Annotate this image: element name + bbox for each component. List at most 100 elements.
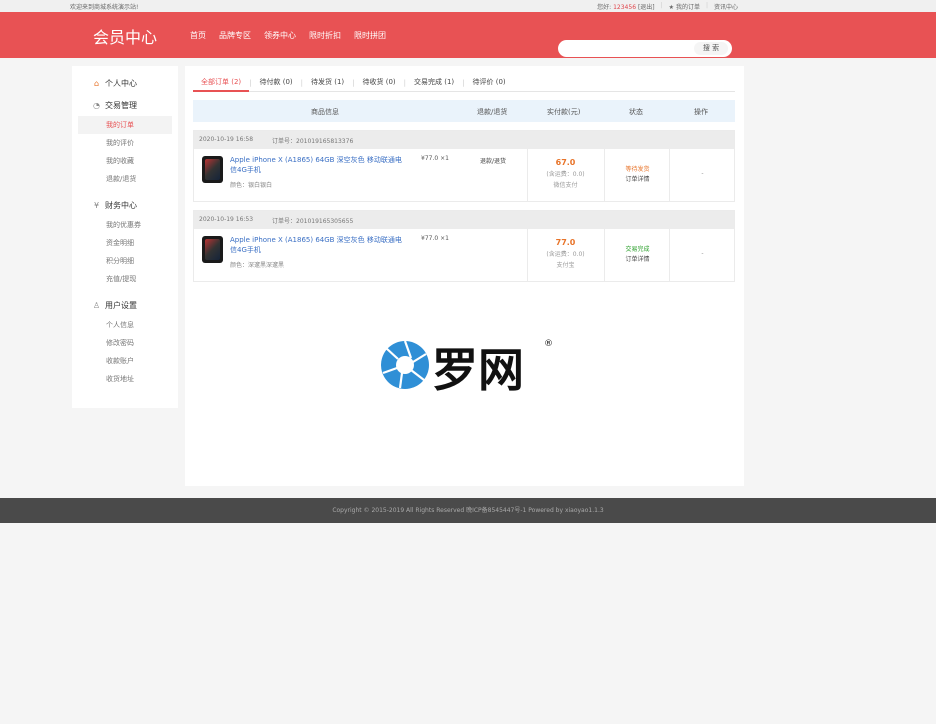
status-badge: 交易完成 <box>625 246 650 253</box>
status-cell: 交易完成 订单详情 <box>605 245 670 265</box>
my-orders-link[interactable]: ★ 我的订单 <box>669 2 700 11</box>
paid-cell: 77.0 (含运费：0.0) 支付宝 <box>527 238 604 269</box>
home-icon: ⌂ <box>93 78 100 88</box>
nav-coupon-center[interactable]: 领券中心 <box>264 30 296 41</box>
sidebar-head-label: 个人中心 <box>105 78 137 88</box>
sidebar-item-profile[interactable]: 个人信息 <box>72 316 178 334</box>
sidebar-item-my-orders[interactable]: 我的订单 <box>78 116 172 134</box>
sidebar-item-refunds[interactable]: 退款/退货 <box>72 170 178 188</box>
greeting-text: 您好: 123456 [退出] <box>597 4 655 11</box>
nav-flash-discount[interactable]: 限时折扣 <box>309 30 341 41</box>
watermark-text: 罗网 <box>432 343 524 394</box>
paid-amount: 67.0 <box>555 158 576 167</box>
page-logo[interactable]: 会员中心 <box>93 24 157 48</box>
product-name-link[interactable]: Apple iPhone X (A1865) 64GB 深空灰色 移动联通电信4… <box>230 155 408 175</box>
sidebar-item-coupons[interactable]: 我的优惠券 <box>72 216 178 234</box>
watermark-logo: 罗网 ® <box>381 339 553 394</box>
action-cell: - <box>701 170 704 177</box>
refund-link[interactable]: 退款/退货 <box>480 156 506 165</box>
col-actions: 操作 <box>694 108 708 116</box>
order-header: 2020-10-19 16:58 订单号：201019165813376 <box>194 131 734 149</box>
nav-home[interactable]: 首页 <box>190 30 206 41</box>
shipping-fee: (含运费：0.0) <box>546 251 585 258</box>
status-cell: 等待发货 订单详情 <box>605 165 670 185</box>
tab-all-orders[interactable]: 全部订单 (2) <box>193 74 250 92</box>
order-header: 2020-10-19 16:53 订单号：201019165305655 <box>194 211 734 229</box>
col-refund: 退款/退货 <box>477 108 508 116</box>
registered-mark: ® <box>544 339 553 349</box>
main-nav: 首页 品牌专区 领券中心 限时折扣 限时拼团 <box>190 30 386 41</box>
user-icon: ♙ <box>92 300 101 310</box>
sidebar: ⌂ 个人中心 ◔ 交易管理 我的订单 我的评价 我的收藏 退款/退货 ¥ 财务中… <box>72 66 178 408</box>
header: 会员中心 首页 品牌专区 领券中心 限时折扣 限时拼团 搜 索 <box>0 12 936 58</box>
sidebar-head-trade: ◔ 交易管理 <box>72 94 178 116</box>
sidebar-group-settings: ♙ 用户设置 个人信息 修改密码 收款账户 收货地址 <box>72 294 178 388</box>
table-header: 商品信息 退款/退货 实付款(元) 状态 操作 <box>193 100 735 122</box>
wallet-icon: ¥ <box>93 200 100 210</box>
status-badge: 等待发货 <box>625 166 650 173</box>
nav-group-buy[interactable]: 限时拼团 <box>354 30 386 41</box>
search-input[interactable] <box>566 43 686 54</box>
tab-pending-shipment[interactable]: 待发货 (1) <box>303 74 352 92</box>
logout-link[interactable]: [退出] <box>638 4 655 11</box>
order-detail-link[interactable]: 订单详情 <box>605 175 670 185</box>
welcome-text: 欢迎来到商城系统演示站! <box>70 4 139 11</box>
sidebar-item-recharge[interactable]: 充值/提现 <box>72 270 178 288</box>
order-date: 2020-10-19 16:53 <box>199 216 254 223</box>
sidebar-item-my-reviews[interactable]: 我的评价 <box>72 134 178 152</box>
tab-pending-review[interactable]: 待评价 (0) <box>465 74 514 92</box>
sidebar-item-funds[interactable]: 资金明细 <box>72 234 178 252</box>
order-number: 订单号：201019165305655 <box>272 218 354 225</box>
search-button[interactable]: 搜 索 <box>694 42 728 55</box>
paid-amount: 77.0 <box>555 238 576 247</box>
search-box: 搜 索 <box>558 40 732 57</box>
clock-icon: ◔ <box>93 100 100 110</box>
order-body: Apple iPhone X (A1865) 64GB 深空灰色 移动联通电信4… <box>194 229 734 281</box>
col-paid-amount: 实付款(元) <box>547 108 581 116</box>
sidebar-head-personal-center[interactable]: ⌂ 个人中心 <box>72 72 178 94</box>
top-bar: 欢迎来到商城系统演示站! 您好: 123456 [退出] | ★ 我的订单 | … <box>0 0 936 12</box>
order-card: 2020-10-19 16:58 订单号：201019165813376 App… <box>193 130 735 202</box>
order-body: Apple iPhone X (A1865) 64GB 深空灰色 移动联通电信4… <box>194 149 734 201</box>
product-price: ¥77.0 ×1 <box>421 235 449 242</box>
tab-pending-receipt[interactable]: 待收货 (0) <box>355 74 404 92</box>
nav-brand-zone[interactable]: 品牌专区 <box>219 30 251 41</box>
username-link[interactable]: 123456 <box>613 4 636 11</box>
order-card: 2020-10-19 16:53 订单号：201019165305655 App… <box>193 210 735 282</box>
tab-pending-payment[interactable]: 待付款 (0) <box>252 74 301 92</box>
action-cell: - <box>701 250 704 257</box>
sidebar-item-points[interactable]: 积分明细 <box>72 252 178 270</box>
payment-method: 支付宝 <box>556 262 575 269</box>
main-panel: 全部订单 (2) | 待付款 (0) | 待发货 (1) | 待收货 (0) |… <box>185 66 744 486</box>
sidebar-item-password[interactable]: 修改密码 <box>72 334 178 352</box>
col-status: 状态 <box>629 108 643 116</box>
shipping-fee: (含运费：0.0) <box>546 171 585 178</box>
tab-completed[interactable]: 交易完成 (1) <box>406 74 462 92</box>
sidebar-head-label: 财务中心 <box>105 200 137 210</box>
sidebar-group-trade: ◔ 交易管理 我的订单 我的评价 我的收藏 退款/退货 <box>72 94 178 188</box>
col-product-info: 商品信息 <box>311 108 339 116</box>
sidebar-head-label: 交易管理 <box>105 100 137 110</box>
product-color: 颜色：银白银白 <box>230 182 273 189</box>
footer: Copyright © 2015-2019 All Rights Reserve… <box>0 498 936 523</box>
order-number: 订单号：201019165813376 <box>272 138 354 145</box>
sidebar-head-settings: ♙ 用户设置 <box>72 294 178 316</box>
sidebar-group-finance: ¥ 财务中心 我的优惠券 资金明细 积分明细 充值/提现 <box>72 194 178 288</box>
top-links: 您好: 123456 [退出] | ★ 我的订单 | 资讯中心 <box>597 2 738 11</box>
product-color: 颜色：深邃黑深邃黑 <box>230 262 285 269</box>
product-image[interactable] <box>202 236 223 263</box>
order-tabs: 全部订单 (2) | 待付款 (0) | 待发货 (1) | 待收货 (0) |… <box>193 74 735 92</box>
product-price: ¥77.0 ×1 <box>421 155 449 162</box>
payment-method: 微信支付 <box>553 182 578 189</box>
sidebar-group-personal: ⌂ 个人中心 <box>72 72 178 94</box>
order-detail-link[interactable]: 订单详情 <box>605 255 670 265</box>
sidebar-item-address[interactable]: 收货地址 <box>72 370 178 388</box>
product-image[interactable] <box>202 156 223 183</box>
product-name-link[interactable]: Apple iPhone X (A1865) 64GB 深空灰色 移动联通电信4… <box>230 235 408 255</box>
paid-cell: 67.0 (含运费：0.0) 微信支付 <box>527 158 604 189</box>
news-center-link[interactable]: 资讯中心 <box>714 2 738 11</box>
order-date: 2020-10-19 16:58 <box>199 136 254 143</box>
sidebar-item-my-favorites[interactable]: 我的收藏 <box>72 152 178 170</box>
sidebar-head-finance: ¥ 财务中心 <box>72 194 178 216</box>
sidebar-item-accounts[interactable]: 收款账户 <box>72 352 178 370</box>
